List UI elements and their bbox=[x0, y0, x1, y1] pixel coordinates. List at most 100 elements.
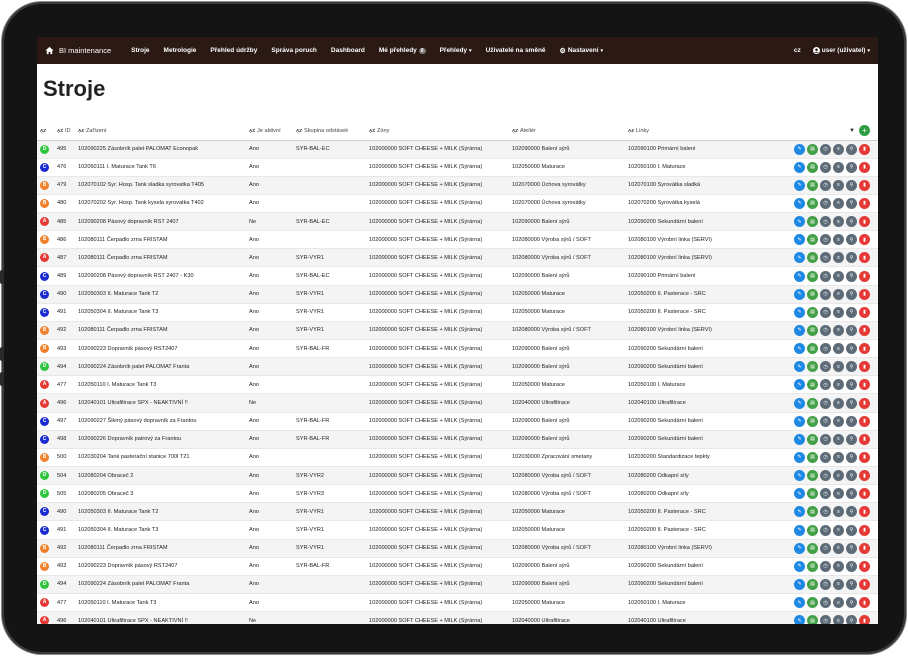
document-icon[interactable]: ▤ bbox=[807, 197, 818, 209]
document-icon[interactable]: ▤ bbox=[807, 524, 818, 536]
clock-icon[interactable]: ◷ bbox=[820, 234, 831, 246]
edit-icon[interactable]: ✎ bbox=[794, 361, 805, 373]
pin-icon[interactable]: ⚲ bbox=[846, 270, 857, 282]
table-row[interactable]: C 498 102090226 Dopravník patrový za Frant… bbox=[37, 430, 878, 449]
pin-icon[interactable]: ⚲ bbox=[846, 397, 857, 409]
trash-icon[interactable]: ▮ bbox=[859, 197, 870, 209]
pin-icon[interactable]: ⚲ bbox=[846, 379, 857, 391]
table-row[interactable]: B 493 102090223 Dopravník pásový RST2407 An… bbox=[37, 557, 878, 576]
document-icon[interactable]: ▤ bbox=[807, 451, 818, 463]
table-row[interactable]: B 480 102070202 Syr. Hosp. Tank kysela syr… bbox=[37, 194, 878, 214]
document-icon[interactable]: ▤ bbox=[807, 578, 818, 590]
pin-icon[interactable]: ⚲ bbox=[846, 597, 857, 609]
brand[interactable]: BI maintenance bbox=[45, 46, 111, 55]
trash-icon[interactable]: ▮ bbox=[859, 470, 870, 482]
table-row[interactable]: B 492 102080111 Čerpadlo zrna FRISTAM Ano SY… bbox=[37, 539, 878, 558]
clock-icon[interactable]: ◷ bbox=[820, 361, 831, 373]
list-icon[interactable]: ≡ bbox=[833, 397, 844, 409]
table-row[interactable]: A 477 102050110 I. Maturace Tank T3 Ano 1020… bbox=[37, 375, 878, 395]
trash-icon[interactable]: ▮ bbox=[859, 451, 870, 463]
edit-icon[interactable]: ✎ bbox=[794, 379, 805, 391]
clock-icon[interactable]: ◷ bbox=[820, 506, 831, 518]
list-icon[interactable]: ≡ bbox=[833, 306, 844, 318]
list-icon[interactable]: ≡ bbox=[833, 415, 844, 427]
clock-icon[interactable]: ◷ bbox=[820, 451, 831, 463]
nav-item[interactable]: Mé přehledy 0 bbox=[379, 47, 426, 55]
nav-item[interactable]: Správa poruch bbox=[271, 47, 317, 55]
table-row[interactable]: C 491 102050304 II. Maturace Tank T3 Ano SYR… bbox=[37, 520, 878, 540]
clock-icon[interactable]: ◷ bbox=[820, 379, 831, 391]
list-icon[interactable]: ≡ bbox=[833, 470, 844, 482]
table-row[interactable]: D 504 102080204 Obraceč 2 Ano SYR-VYR2 102000… bbox=[37, 466, 878, 486]
trash-icon[interactable]: ▮ bbox=[859, 270, 870, 282]
document-icon[interactable]: ▤ bbox=[807, 234, 818, 246]
document-icon[interactable]: ▤ bbox=[807, 306, 818, 318]
pin-icon[interactable]: ⚲ bbox=[846, 161, 857, 173]
language-switch[interactable]: cz bbox=[794, 47, 801, 54]
edit-icon[interactable]: ✎ bbox=[794, 197, 805, 209]
edit-icon[interactable]: ✎ bbox=[794, 306, 805, 318]
nav-item[interactable]: Uživatelé na směně bbox=[486, 47, 546, 55]
edit-icon[interactable]: ✎ bbox=[794, 542, 805, 554]
pin-icon[interactable]: ⚲ bbox=[846, 306, 857, 318]
trash-icon[interactable]: ▮ bbox=[859, 524, 870, 536]
list-icon[interactable]: ≡ bbox=[833, 578, 844, 590]
document-icon[interactable]: ▤ bbox=[807, 288, 818, 300]
document-icon[interactable]: ▤ bbox=[807, 470, 818, 482]
clock-icon[interactable]: ◷ bbox=[820, 324, 831, 336]
table-row[interactable]: C 490 102050303 II. Maturace Tank T2 Ano SYR… bbox=[37, 285, 878, 304]
column-header[interactable]: A͎Z Zařízení bbox=[75, 122, 246, 141]
nav-item[interactable]: Dashboard bbox=[331, 47, 365, 55]
clock-icon[interactable]: ◷ bbox=[820, 524, 831, 536]
pin-icon[interactable]: ⚲ bbox=[846, 288, 857, 300]
document-icon[interactable]: ▤ bbox=[807, 379, 818, 391]
trash-icon[interactable]: ▮ bbox=[859, 143, 870, 155]
document-icon[interactable]: ▤ bbox=[807, 179, 818, 191]
clock-icon[interactable]: ◷ bbox=[820, 179, 831, 191]
pin-icon[interactable]: ⚲ bbox=[846, 252, 857, 264]
pin-icon[interactable]: ⚲ bbox=[846, 433, 857, 445]
nav-item[interactable]: Přehled údržby bbox=[210, 47, 257, 55]
trash-icon[interactable]: ▮ bbox=[859, 216, 870, 228]
trash-icon[interactable]: ▮ bbox=[859, 161, 870, 173]
nav-item[interactable]: Přehledy ▾ bbox=[440, 47, 472, 55]
clock-icon[interactable]: ◷ bbox=[820, 343, 831, 355]
nav-item[interactable]: ⚙ Nastavení ▾ bbox=[560, 47, 604, 55]
list-icon[interactable]: ≡ bbox=[833, 361, 844, 373]
edit-icon[interactable]: ✎ bbox=[794, 451, 805, 463]
clock-icon[interactable]: ◷ bbox=[820, 542, 831, 554]
trash-icon[interactable]: ▮ bbox=[859, 506, 870, 518]
list-icon[interactable]: ≡ bbox=[833, 161, 844, 173]
trash-icon[interactable]: ▮ bbox=[859, 234, 870, 246]
pin-icon[interactable]: ⚲ bbox=[846, 506, 857, 518]
trash-icon[interactable]: ▮ bbox=[859, 542, 870, 554]
table-row[interactable]: D 505 102080205 Obraceč 3 Ano SYR-VYR3 102000… bbox=[37, 484, 878, 504]
table-row[interactable]: C 490 102050303 II. Maturace Tank T2 Ano SYR… bbox=[37, 502, 878, 522]
list-icon[interactable]: ≡ bbox=[833, 506, 844, 518]
document-icon[interactable]: ▤ bbox=[807, 270, 818, 282]
document-icon[interactable]: ▤ bbox=[807, 560, 818, 572]
document-icon[interactable]: ▤ bbox=[807, 143, 818, 155]
table-row[interactable]: B 479 102070102 Syr. Hosp. Tank sladka syr… bbox=[37, 176, 878, 195]
pin-icon[interactable]: ⚲ bbox=[846, 343, 857, 355]
edit-icon[interactable]: ✎ bbox=[794, 470, 805, 482]
list-icon[interactable]: ≡ bbox=[833, 560, 844, 572]
pin-icon[interactable]: ⚲ bbox=[846, 560, 857, 572]
list-icon[interactable]: ≡ bbox=[833, 252, 844, 264]
add-machine-button[interactable]: + bbox=[859, 125, 870, 137]
sort-level-header[interactable]: A͎Z bbox=[37, 122, 54, 141]
column-header[interactable]: A͎Z Ateliér bbox=[509, 122, 625, 141]
table-row[interactable]: A 496 102040101 Ultrafiltrace SPX - NEAKTI… bbox=[37, 393, 878, 413]
table-row[interactable]: B 493 102090223 Dopravník pásový RST2407 An… bbox=[37, 339, 878, 359]
clock-icon[interactable]: ◷ bbox=[820, 597, 831, 609]
edit-icon[interactable]: ✎ bbox=[794, 343, 805, 355]
clock-icon[interactable]: ◷ bbox=[820, 578, 831, 590]
nav-item[interactable]: Stroje bbox=[131, 47, 149, 55]
column-header[interactable]: A͎Z Skupina odstávek bbox=[293, 122, 366, 141]
list-icon[interactable]: ≡ bbox=[833, 234, 844, 246]
list-icon[interactable]: ≡ bbox=[833, 143, 844, 155]
edit-icon[interactable]: ✎ bbox=[794, 488, 805, 500]
table-row[interactable]: C 489 102090208 Pásový dopravník RST 2407 … bbox=[37, 266, 878, 286]
document-icon[interactable]: ▤ bbox=[807, 252, 818, 264]
pin-icon[interactable]: ⚲ bbox=[846, 415, 857, 427]
